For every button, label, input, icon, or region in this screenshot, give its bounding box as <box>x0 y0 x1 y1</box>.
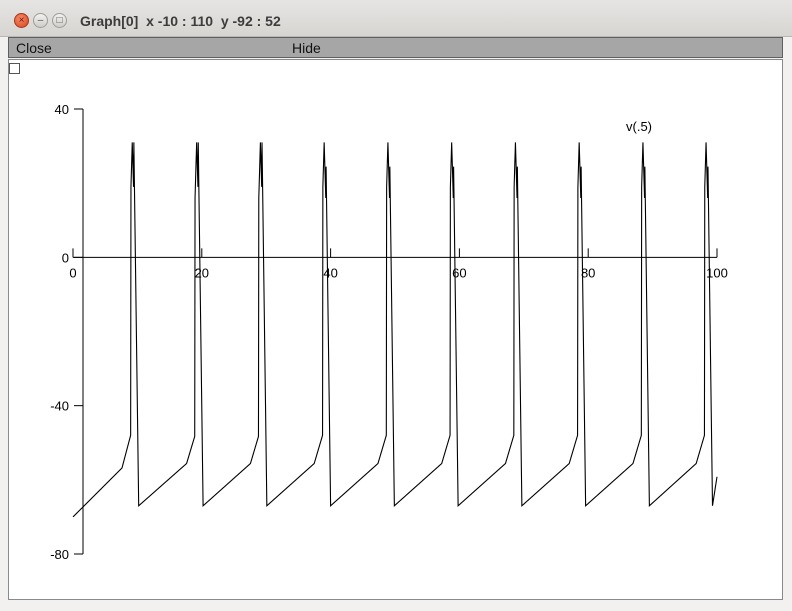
legend-label: v(.5) <box>626 119 652 134</box>
x-tick-label: 40 <box>323 265 337 280</box>
voltage-plot: 400-40-800 20 40 60 80 100 v(.5) <box>50 102 728 562</box>
y-tick-label: 40 <box>55 102 69 117</box>
series-line-v <box>72 142 718 518</box>
x-tick-label: 60 <box>452 265 466 280</box>
y-tick-label: 0 <box>62 250 69 265</box>
graph-window: × – □ Graph[0] x -10 : 110 y -92 : 52 Cl… <box>0 0 792 611</box>
x-tick-label: 0 <box>69 265 76 280</box>
y-tick-label: -40 <box>50 399 69 414</box>
x-tick-label: 20 <box>195 265 209 280</box>
y-tick-label: -80 <box>50 547 69 562</box>
